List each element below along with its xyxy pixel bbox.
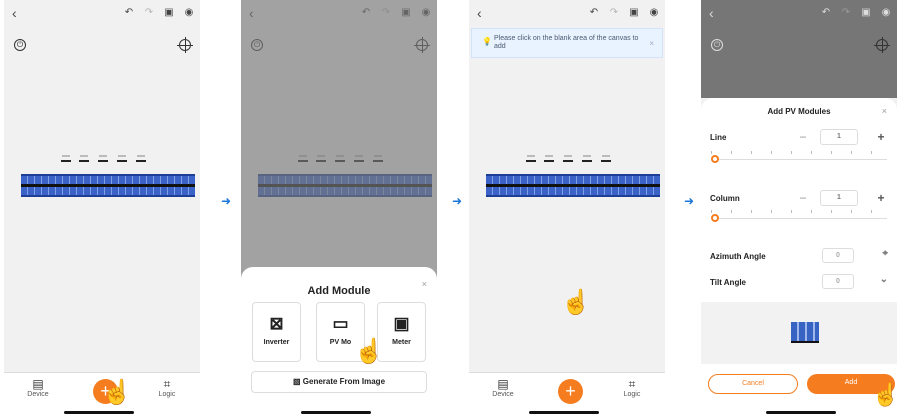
image-icon: ▧	[292, 377, 303, 386]
device-icon: ▤	[497, 377, 509, 391]
module-preview	[701, 302, 897, 364]
close-icon[interactable]: ×	[422, 279, 427, 289]
save-icon[interactable]: ▣	[164, 7, 174, 18]
redo-icon[interactable]: ↷	[144, 7, 154, 18]
azimuth-input[interactable]: 0	[822, 248, 854, 263]
line-minus-button[interactable]: −	[796, 130, 810, 144]
undo-icon[interactable]: ↶	[124, 7, 134, 18]
module-labels	[59, 153, 159, 167]
cancel-button[interactable]: Cancel	[708, 374, 798, 394]
line-plus-button[interactable]: +	[874, 130, 888, 144]
inverter-icon: ⊠	[269, 314, 284, 333]
compass-icon[interactable]: ⌖	[882, 248, 888, 259]
back-icon[interactable]: ‹	[477, 5, 482, 21]
top-bar: ‹ ↶ ↷ ▣ ◉	[469, 0, 665, 26]
generate-from-image-button[interactable]: ▧ Generate From Image	[251, 371, 427, 393]
screen-add-pv-modules: ‹ ↶ ↷ ▣ ◉ ⏻ Add PV Modules × Line − 1 + Col…	[701, 0, 897, 415]
home-indicator	[529, 411, 599, 414]
screen-place-module: ‹ ↶ ↷ ▣ ◉ 💡 Please click on the blank area …	[469, 0, 665, 415]
redo-icon[interactable]: ↷	[609, 7, 619, 18]
tilt-icon[interactable]: ⌄	[880, 274, 888, 285]
dialog-title: Add PV Modules	[767, 107, 831, 116]
column-slider[interactable]	[711, 210, 887, 222]
line-row: Line − 1 +	[710, 129, 888, 145]
column-input[interactable]: 1	[820, 190, 858, 206]
screen-canvas: ‹ ↶ ↷ ▣ ◉ ⏻ ▤ Device + ⌗ Logic ☝	[4, 0, 200, 415]
top-bar: ‹ ↶ ↷ ▣ ◉	[701, 0, 897, 26]
tap-hand-icon: ☝	[561, 289, 591, 316]
back-icon[interactable]: ‹	[12, 5, 17, 21]
close-icon[interactable]: ×	[882, 106, 887, 116]
close-icon[interactable]: ×	[649, 40, 654, 48]
redo-icon[interactable]: ↷	[841, 7, 851, 18]
add-button[interactable]: +	[558, 379, 583, 404]
logic-icon: ⌗	[163, 377, 171, 391]
column-stepper: − 1 +	[796, 190, 888, 207]
save-icon[interactable]: ▣	[629, 7, 639, 18]
instruction-notice: 💡 Please click on the blank area of the …	[471, 28, 663, 58]
undo-icon[interactable]: ↶	[821, 7, 831, 18]
column-minus-button[interactable]: −	[796, 191, 810, 205]
meter-card[interactable]: ▣ Meter	[377, 302, 426, 362]
toolbar: ↶ ↷ ▣ ◉	[589, 7, 659, 18]
device-tab[interactable]: ▤ Device	[483, 377, 523, 399]
toolbar: ↶ ↷ ▣ ◉	[821, 7, 891, 18]
toolbar: ↶ ↷ ▣ ◉	[124, 7, 194, 18]
view-icon[interactable]: ◉	[184, 7, 194, 18]
azimuth-row: Azimuth Angle 0 ⌖	[710, 248, 888, 263]
add-module-sheet: Add Module × ⊠ Inverter ▭ PV Mo ▣ Meter ▧ G…	[241, 267, 437, 415]
power-icon[interactable]: ⏻	[711, 39, 723, 51]
module-labels	[524, 153, 624, 167]
logic-tab[interactable]: ⌗ Logic	[147, 377, 187, 399]
line-slider[interactable]	[711, 151, 887, 163]
meter-icon: ▣	[393, 314, 410, 333]
device-tab[interactable]: ▤ Device	[18, 377, 58, 399]
line-stepper: − 1 +	[796, 129, 888, 146]
tilt-input[interactable]: 0	[822, 274, 854, 289]
lightbulb-icon: 💡	[482, 37, 492, 46]
arrow-right-icon: ➜	[452, 194, 463, 208]
power-icon[interactable]: ⏻	[14, 39, 26, 51]
view-icon[interactable]: ◉	[881, 7, 891, 18]
home-indicator	[301, 411, 371, 414]
column-slider-handle[interactable]	[711, 214, 719, 222]
tap-hand-icon: ☝	[102, 379, 132, 406]
pv-array[interactable]	[486, 174, 660, 197]
bottom-nav: ▤ Device + ⌗ Logic	[469, 372, 665, 415]
column-row: Column − 1 +	[710, 190, 888, 206]
undo-icon[interactable]: ↶	[589, 7, 599, 18]
inverter-card[interactable]: ⊠ Inverter	[252, 302, 301, 362]
pv-module-icon: ▭	[332, 314, 349, 333]
device-icon: ▤	[32, 377, 44, 391]
line-slider-handle[interactable]	[711, 155, 719, 163]
home-indicator	[766, 411, 836, 414]
locate-icon[interactable]	[177, 37, 193, 53]
view-icon[interactable]: ◉	[649, 7, 659, 18]
logic-icon: ⌗	[628, 377, 636, 391]
screen-add-module: ‹ ↶↷▣◉ ⏻ Add Module × ⊠Inverter ▭PV Mo ▣…	[241, 0, 437, 415]
arrow-right-icon: ➜	[221, 194, 232, 208]
line-input[interactable]: 1	[820, 129, 858, 145]
locate-icon[interactable]	[874, 37, 890, 53]
home-indicator	[64, 411, 134, 414]
sheet-title: Add Module	[307, 285, 371, 297]
column-plus-button[interactable]: +	[874, 191, 888, 205]
logic-tab[interactable]: ⌗ Logic	[612, 377, 652, 399]
arrow-right-icon: ➜	[684, 194, 695, 208]
tap-hand-icon: ☝	[872, 382, 897, 407]
pv-array[interactable]	[21, 174, 195, 197]
tilt-row: Tilt Angle 0 ⌄	[710, 274, 888, 289]
top-bar: ‹ ↶ ↷ ▣ ◉	[4, 0, 200, 26]
add-pv-modules-dialog: Add PV Modules × Line − 1 + Column − 1 +…	[701, 98, 897, 415]
back-icon[interactable]: ‹	[709, 5, 714, 21]
tap-hand-icon: ☝	[354, 338, 384, 365]
pv-module-preview-icon	[791, 322, 819, 343]
save-icon[interactable]: ▣	[861, 7, 871, 18]
